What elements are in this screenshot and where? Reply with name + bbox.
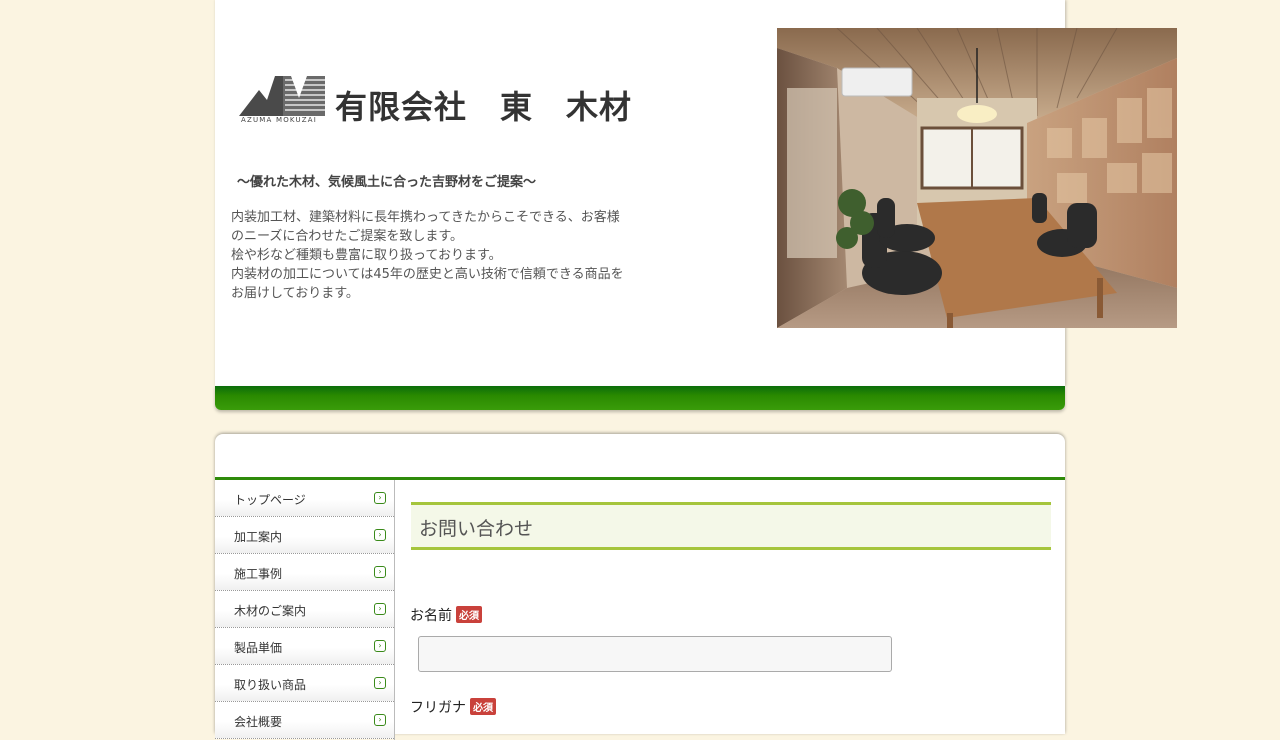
company-name: 有限会社 東 木材 bbox=[335, 88, 633, 126]
sidebar-item-label: 施工事例 bbox=[234, 567, 283, 581]
sidebar-item-top[interactable]: トップページ › bbox=[215, 480, 394, 517]
logo-mark-icon bbox=[239, 76, 325, 116]
chevron-right-icon: › bbox=[374, 640, 386, 652]
intro-line: 桧や杉など種類も豊富に取り扱っております。 bbox=[231, 248, 502, 263]
sidebar-item-label: 木材のご案内 bbox=[234, 604, 307, 618]
sidebar-item-label: トップページ bbox=[234, 493, 306, 507]
intro-line: 内装加工材、建築材料に長年携わってきたからこそできる、お客様のニーズに合わせたご… bbox=[231, 210, 620, 244]
hero-image bbox=[777, 28, 1177, 328]
intro-line: 内装材の加工については45年の歴史と高い技術で信頼できる商品をお届けしております… bbox=[231, 267, 624, 301]
page-title: お問い合わせ bbox=[419, 518, 534, 540]
tagline: ～優れた木材、気候風土に合った吉野材をご提案～ bbox=[237, 175, 537, 190]
chevron-right-icon: › bbox=[374, 677, 386, 689]
sidebar-item-processing[interactable]: 加工案内 › bbox=[215, 517, 394, 554]
sidebar-item-label: 製品単価 bbox=[234, 641, 283, 655]
furigana-field-label: フリガナ 必須 bbox=[410, 697, 496, 717]
page-title-box: お問い合わせ bbox=[411, 502, 1051, 550]
sidebar-item-label: 会社概要 bbox=[234, 715, 283, 729]
company-logo[interactable]: AZUMA MOKUZAI 有限会社 東 木材 bbox=[239, 76, 639, 130]
chevron-right-icon: › bbox=[374, 492, 386, 504]
intro-text: 内装加工材、建築材料に長年携わってきたからこそできる、お客様のニーズに合わせたご… bbox=[231, 208, 631, 303]
chevron-right-icon: › bbox=[374, 603, 386, 615]
chevron-right-icon: › bbox=[374, 529, 386, 541]
required-badge: 必須 bbox=[456, 606, 482, 623]
main-content: お問い合わせ お名前 必須 フリガナ 必須 bbox=[410, 502, 1051, 716]
sidebar-item-timber[interactable]: 木材のご案内 › bbox=[215, 591, 394, 628]
sidebar-nav: トップページ › 加工案内 › 施工事例 › 木材のご案内 › 製品単価 › 取… bbox=[215, 480, 395, 740]
sidebar-item-cases[interactable]: 施工事例 › bbox=[215, 554, 394, 591]
furigana-label-text: フリガナ bbox=[410, 700, 466, 716]
sidebar-item-company[interactable]: 会社概要 › bbox=[215, 702, 394, 739]
name-label-text: お名前 bbox=[410, 608, 452, 624]
header-green-bar bbox=[215, 386, 1065, 410]
chevron-right-icon: › bbox=[374, 566, 386, 578]
content-panel: トップページ › 加工案内 › 施工事例 › 木材のご案内 › 製品単価 › 取… bbox=[215, 434, 1065, 740]
sidebar-item-label: 加工案内 bbox=[234, 530, 283, 544]
sidebar-item-label: 取り扱い商品 bbox=[234, 678, 307, 692]
required-badge: 必須 bbox=[470, 698, 496, 715]
logo-subtitle: AZUMA MOKUZAI bbox=[241, 116, 317, 124]
name-input[interactable] bbox=[418, 636, 892, 672]
chevron-right-icon: › bbox=[374, 714, 386, 726]
sidebar-item-prices[interactable]: 製品単価 › bbox=[215, 628, 394, 665]
sidebar-item-products[interactable]: 取り扱い商品 › bbox=[215, 665, 394, 702]
name-field-label: お名前 必須 bbox=[410, 605, 482, 625]
